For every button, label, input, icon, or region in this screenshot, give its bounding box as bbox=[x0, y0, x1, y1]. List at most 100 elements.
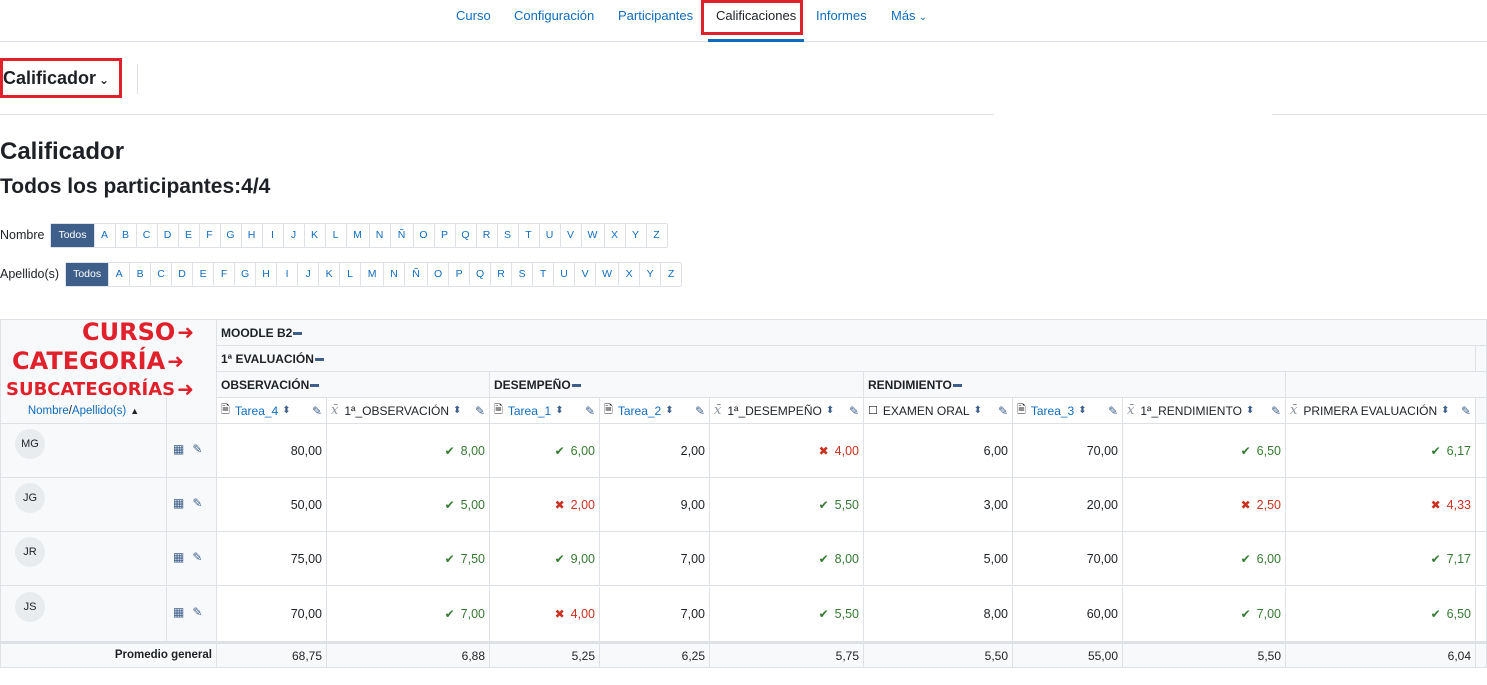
column-name[interactable]: Tarea_1 bbox=[508, 404, 551, 418]
initial-letter[interactable]: G bbox=[234, 262, 255, 286]
sort-icon[interactable]: ⬍ bbox=[665, 405, 673, 416]
grade-cell[interactable]: ✖ 4,00 bbox=[710, 424, 864, 478]
single-view-icon[interactable]: ▦ bbox=[173, 550, 184, 564]
initial-letter[interactable]: B bbox=[129, 262, 150, 286]
initial-letter[interactable]: E bbox=[177, 223, 199, 247]
grade-cell[interactable]: 7,00 bbox=[600, 532, 710, 586]
edit-icon[interactable]: ✎ bbox=[849, 404, 859, 418]
edit-icon[interactable]: ✎ bbox=[312, 404, 322, 418]
initial-letter[interactable]: E bbox=[192, 262, 213, 286]
initial-letter[interactable]: Q bbox=[469, 262, 490, 286]
single-view-icon[interactable]: ▦ bbox=[173, 496, 184, 510]
grade-cell[interactable]: ✔ 6,00 bbox=[490, 424, 600, 478]
initial-letter[interactable]: X bbox=[618, 262, 639, 286]
sort-icon[interactable]: ⬍ bbox=[1441, 405, 1449, 416]
tab-mas[interactable]: Más ⌄ bbox=[891, 0, 927, 42]
initial-letter[interactable]: R bbox=[475, 223, 497, 247]
sort-icon[interactable]: ⬍ bbox=[1246, 405, 1254, 416]
collapse-icon[interactable] bbox=[952, 384, 962, 388]
sort-by-first-name[interactable]: Nombre bbox=[28, 405, 69, 417]
grade-cell[interactable]: 5,00 bbox=[864, 532, 1013, 586]
initial-letter[interactable]: Ñ bbox=[404, 262, 427, 286]
edit-icon[interactable]: ✎ bbox=[695, 404, 705, 418]
initial-letter[interactable]: C bbox=[135, 223, 157, 247]
initial-letter[interactable]: F bbox=[213, 262, 234, 286]
initial-letter[interactable]: Q bbox=[454, 223, 476, 247]
edit-icon[interactable]: ✎ bbox=[475, 404, 485, 418]
edit-icon[interactable]: ✎ bbox=[192, 550, 202, 564]
column-name[interactable]: Tarea_2 bbox=[618, 404, 661, 418]
collapse-icon[interactable] bbox=[310, 384, 320, 388]
grade-cell[interactable]: 80,00 bbox=[217, 424, 327, 478]
grade-cell[interactable]: 75,00 bbox=[217, 532, 327, 586]
edit-icon[interactable]: ✎ bbox=[1461, 404, 1471, 418]
initial-letter[interactable]: V bbox=[559, 223, 581, 247]
initial-letter[interactable]: Y bbox=[624, 223, 646, 247]
initial-letter[interactable]: P bbox=[433, 223, 455, 247]
initial-letter[interactable]: J bbox=[297, 262, 318, 286]
grade-cell[interactable]: 8,00 bbox=[864, 587, 1013, 642]
edit-icon[interactable]: ✎ bbox=[1108, 404, 1118, 418]
initial-letter[interactable]: L bbox=[324, 223, 346, 247]
grade-cell[interactable]: ✖ 2,00 bbox=[490, 478, 600, 532]
grade-cell[interactable]: ✖ 2,50 bbox=[1123, 478, 1286, 532]
initial-letter[interactable]: F bbox=[198, 223, 220, 247]
grade-cell[interactable]: ✔ 6,00 bbox=[1123, 532, 1286, 586]
grade-cell[interactable]: ✔ 9,00 bbox=[490, 532, 600, 586]
initial-letter[interactable]: B bbox=[114, 223, 136, 247]
collapse-icon[interactable] bbox=[314, 358, 324, 362]
initial-letter[interactable]: C bbox=[150, 262, 171, 286]
grade-cell[interactable]: ✖ 4,00 bbox=[490, 587, 600, 642]
initial-letter[interactable]: W bbox=[580, 223, 604, 247]
grade-cell[interactable]: 7,00 bbox=[600, 587, 710, 642]
grade-cell[interactable]: ✔ 6,50 bbox=[1286, 587, 1476, 642]
edit-icon[interactable]: ✎ bbox=[585, 404, 595, 418]
initial-letter[interactable]: K bbox=[303, 223, 325, 247]
grade-cell[interactable]: 70,00 bbox=[1013, 424, 1123, 478]
grade-cell[interactable]: 9,00 bbox=[600, 478, 710, 532]
grade-cell[interactable]: 70,00 bbox=[217, 587, 327, 642]
sort-by-last-name[interactable]: Apellido(s) bbox=[72, 405, 126, 417]
tab-participantes[interactable]: Participantes bbox=[618, 0, 693, 42]
initial-letter[interactable]: L bbox=[339, 262, 360, 286]
initial-letter[interactable]: Ñ bbox=[389, 223, 413, 247]
initial-letter[interactable]: U bbox=[538, 223, 560, 247]
collapse-icon[interactable] bbox=[293, 332, 303, 336]
initial-letter[interactable]: M bbox=[360, 262, 383, 286]
initial-letter[interactable]: T bbox=[517, 223, 539, 247]
initial-letter[interactable]: S bbox=[511, 262, 532, 286]
sort-icon[interactable]: ⬍ bbox=[974, 405, 982, 416]
sort-icon[interactable]: ⬍ bbox=[1078, 405, 1086, 416]
initial-letter[interactable]: I bbox=[276, 262, 297, 286]
initial-letter[interactable]: N bbox=[368, 223, 390, 247]
tab-informes[interactable]: Informes bbox=[816, 0, 867, 42]
grade-cell[interactable]: 20,00 bbox=[1013, 478, 1123, 532]
sort-icon[interactable]: ⬍ bbox=[453, 405, 461, 416]
grade-cell[interactable]: ✔ 5,00 bbox=[327, 478, 490, 532]
initial-letter[interactable]: D bbox=[171, 262, 192, 286]
grade-cell[interactable]: ✔ 8,00 bbox=[710, 532, 864, 586]
sort-icon[interactable]: ⬍ bbox=[555, 405, 563, 416]
initial-all[interactable]: Todos bbox=[66, 262, 109, 286]
collapse-icon[interactable] bbox=[571, 384, 581, 388]
initial-letter[interactable]: P bbox=[448, 262, 469, 286]
grade-cell[interactable]: ✔ 5,50 bbox=[710, 587, 864, 642]
single-view-icon[interactable]: ▦ bbox=[173, 605, 184, 619]
edit-icon[interactable]: ✎ bbox=[192, 442, 202, 456]
column-name[interactable]: Tarea_4 bbox=[235, 404, 278, 418]
grade-cell[interactable]: ✔ 7,00 bbox=[1123, 587, 1286, 642]
initial-letter[interactable]: A bbox=[108, 262, 129, 286]
grade-cell[interactable]: ✔ 8,00 bbox=[327, 424, 490, 478]
grade-cell[interactable]: 2,00 bbox=[600, 424, 710, 478]
initial-letter[interactable]: H bbox=[255, 262, 276, 286]
grade-cell[interactable]: 6,00 bbox=[864, 424, 1013, 478]
avatar[interactable]: MG bbox=[15, 429, 45, 459]
grade-cell[interactable]: ✖ 4,33 bbox=[1286, 478, 1476, 532]
edit-icon[interactable]: ✎ bbox=[998, 404, 1008, 418]
initial-letter[interactable]: V bbox=[574, 262, 595, 286]
grade-cell[interactable]: 50,00 bbox=[217, 478, 327, 532]
initial-letter[interactable]: D bbox=[156, 223, 178, 247]
initial-all[interactable]: Todos bbox=[51, 223, 94, 247]
initial-letter[interactable]: R bbox=[490, 262, 511, 286]
tab-curso[interactable]: Curso bbox=[456, 0, 491, 42]
